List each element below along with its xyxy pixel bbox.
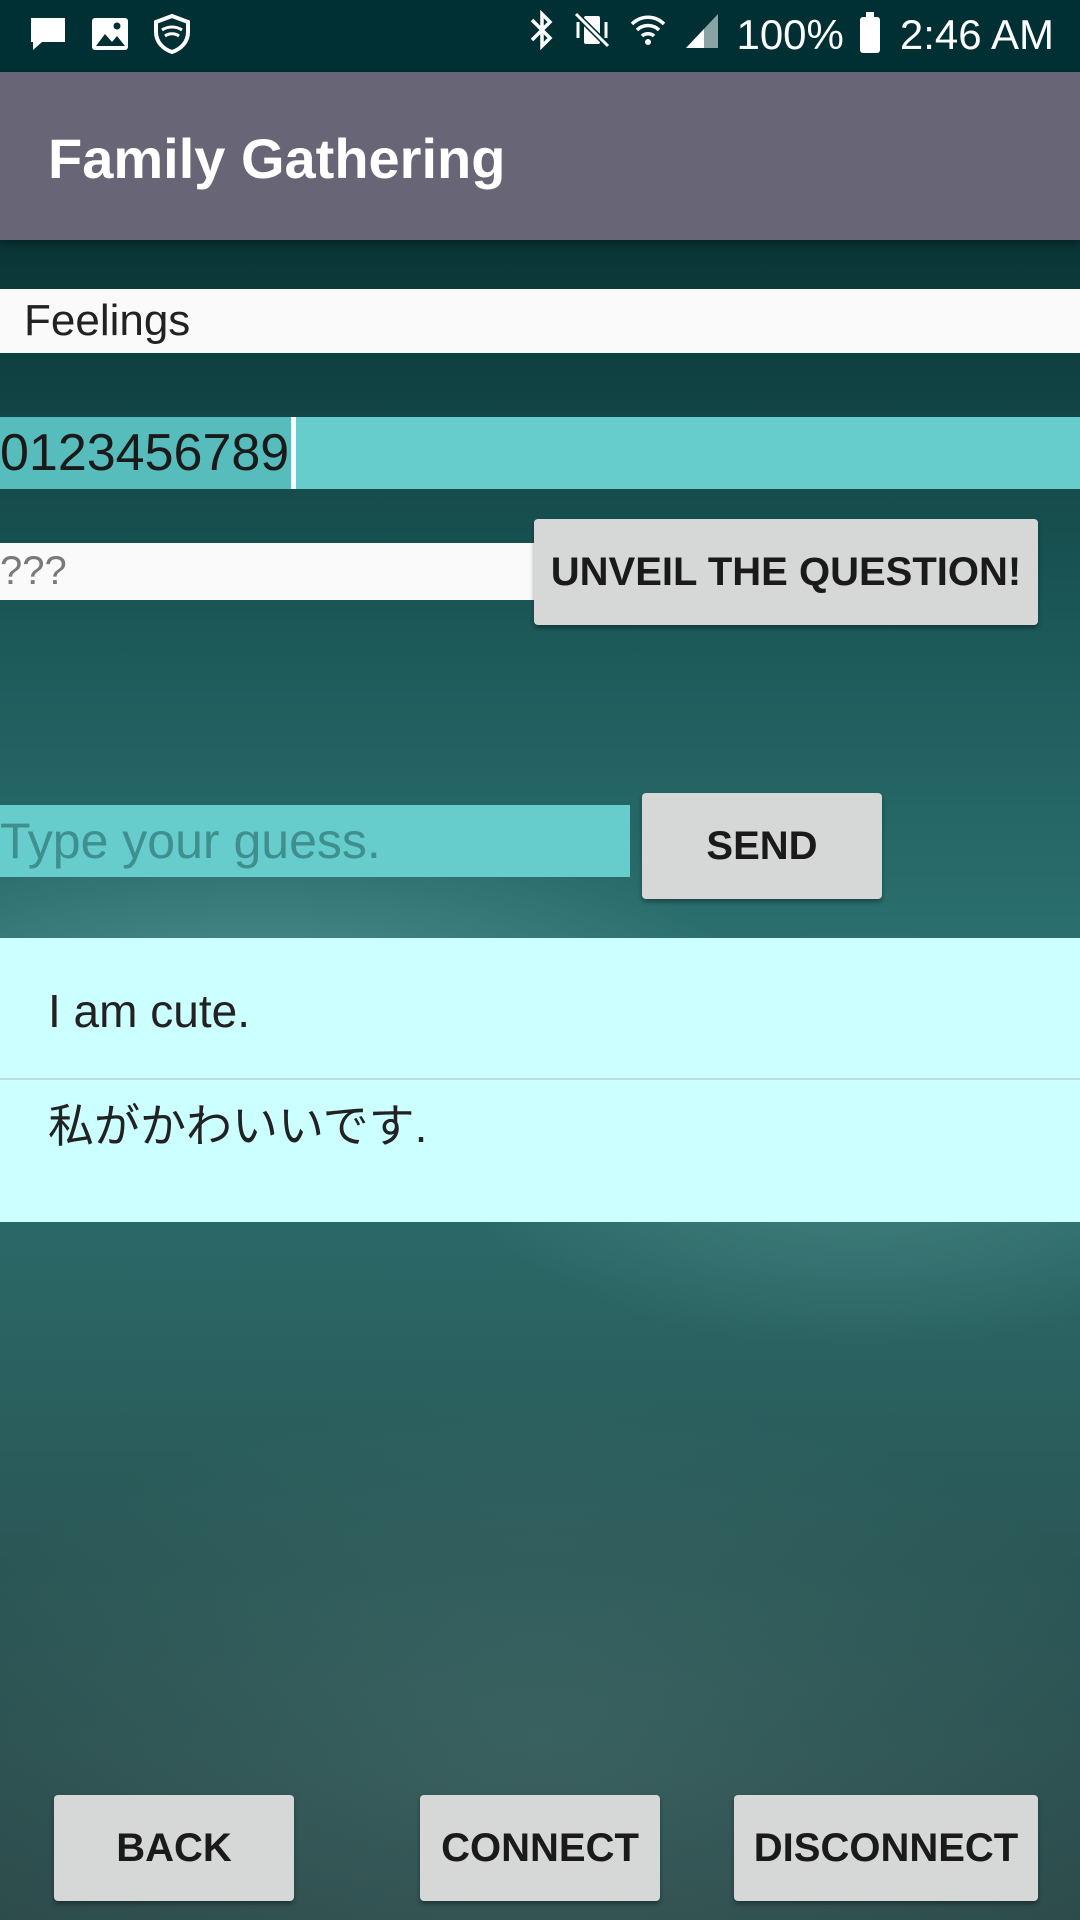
vibrate-mute-icon <box>572 10 612 59</box>
code-input[interactable]: 0123456789 <box>0 417 1080 489</box>
disconnect-button[interactable]: DISCONNECT <box>734 1795 1038 1901</box>
bluetooth-icon <box>528 9 556 59</box>
answer-list: I am cute. 私がかわいいです. <box>0 938 1080 1222</box>
image-icon <box>90 14 130 63</box>
code-input-value: 0123456789 <box>0 417 292 489</box>
list-item[interactable]: I am cute. <box>0 938 1080 1080</box>
system-status: 100% 2:46 AM <box>528 9 1054 59</box>
battery-icon <box>859 11 880 53</box>
guess-input[interactable]: Type your guess. <box>0 805 630 877</box>
wifi-icon <box>628 10 668 59</box>
signal-icon <box>684 10 720 59</box>
text-cursor <box>291 417 297 489</box>
category-label: Feelings <box>0 289 1080 353</box>
page-title: Family Gathering <box>48 127 506 190</box>
send-button[interactable]: SEND <box>642 793 882 899</box>
battery-percent: 100% <box>736 10 844 58</box>
message-icon <box>28 14 68 63</box>
list-item[interactable]: 私がかわいいです. <box>0 1080 1080 1222</box>
clock: 2:46 AM <box>899 10 1054 58</box>
question-field[interactable]: ??? <box>0 543 534 600</box>
notification-icons <box>28 13 192 63</box>
unveil-question-button[interactable]: UNVEIL THE QUESTION! <box>534 519 1038 625</box>
shield-icon <box>152 13 192 63</box>
app-bar: Family Gathering <box>0 72 1080 240</box>
back-button[interactable]: BACK <box>54 1795 294 1901</box>
connect-button[interactable]: CONNECT <box>420 1795 660 1901</box>
status-bar: 100% 2:46 AM <box>0 0 1080 72</box>
